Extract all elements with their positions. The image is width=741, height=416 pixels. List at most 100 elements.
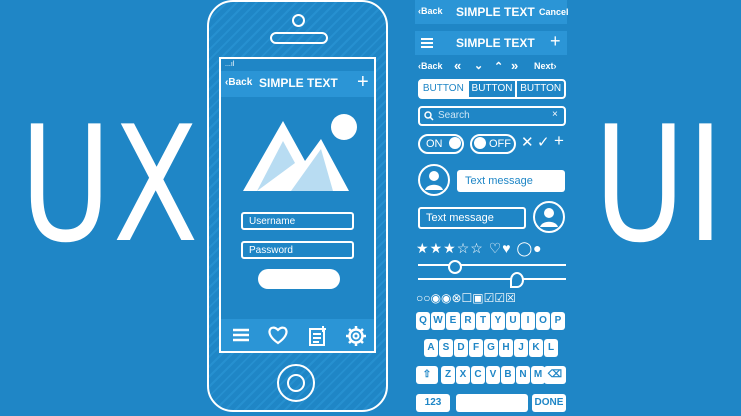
toggle-knob bbox=[449, 137, 461, 149]
home-button[interactable] bbox=[277, 364, 315, 402]
phone-nav-bar: ‹Back SIMPLE TEXT + bbox=[221, 71, 374, 97]
key-d[interactable]: D bbox=[454, 339, 468, 357]
done-key[interactable]: DONE bbox=[532, 394, 566, 412]
star-filled-icon[interactable]: ★ bbox=[416, 240, 430, 256]
top-nav-bar: ‹Back SIMPLE TEXT Cancel bbox=[415, 0, 569, 24]
key-s[interactable]: S bbox=[439, 339, 453, 357]
heart-filled-icon[interactable]: ♥ bbox=[502, 240, 511, 256]
key-b[interactable]: B bbox=[501, 366, 515, 384]
key-q[interactable]: Q bbox=[416, 312, 430, 330]
key-t[interactable]: T bbox=[476, 312, 490, 330]
user-icon bbox=[425, 171, 443, 190]
speech-outline-icon[interactable]: ◯ bbox=[516, 240, 533, 256]
notes-icon[interactable] bbox=[308, 325, 328, 347]
key-j[interactable]: J bbox=[514, 339, 528, 357]
key-c[interactable]: C bbox=[471, 366, 485, 384]
plus-icon[interactable]: + bbox=[554, 131, 564, 151]
checkbox-checked-icon[interactable]: ☑ bbox=[484, 291, 495, 305]
image-placeholder-icon bbox=[243, 114, 357, 191]
checkbox-empty-icon[interactable]: ☐ bbox=[462, 291, 473, 305]
avatar bbox=[533, 201, 565, 233]
menu-icon[interactable] bbox=[231, 325, 251, 345]
key-v[interactable]: V bbox=[486, 366, 500, 384]
checkbox-filled-icon[interactable]: ▣ bbox=[472, 291, 483, 305]
cancel-button[interactable]: Cancel bbox=[539, 7, 569, 17]
key-a[interactable]: A bbox=[424, 339, 438, 357]
toggle-on[interactable]: ON bbox=[418, 134, 464, 154]
heart-icon[interactable] bbox=[267, 325, 289, 345]
backspace-key[interactable]: ⌫ bbox=[544, 366, 566, 384]
camera-icon bbox=[292, 14, 305, 27]
key-l[interactable]: L bbox=[544, 339, 558, 357]
segment-button[interactable]: BUTTON bbox=[517, 81, 564, 97]
slider-thumb[interactable] bbox=[448, 260, 462, 274]
password-placeholder: Password bbox=[249, 245, 293, 256]
key-e[interactable]: E bbox=[446, 312, 460, 330]
slider-track[interactable] bbox=[418, 264, 566, 266]
speech-filled-icon[interactable]: ● bbox=[533, 240, 542, 256]
radio-checked-icon[interactable]: ◉ bbox=[441, 291, 451, 305]
search-placeholder: Search bbox=[438, 110, 470, 121]
radio-checked-icon[interactable]: ◉ bbox=[431, 291, 441, 305]
checkbox-cross-icon[interactable]: ☒ bbox=[505, 291, 516, 305]
add-button[interactable]: + bbox=[550, 31, 561, 52]
slider-thumb[interactable] bbox=[510, 272, 524, 288]
key-w[interactable]: W bbox=[431, 312, 445, 330]
username-field[interactable]: Username bbox=[241, 212, 354, 230]
segmented-control: BUTTON BUTTON BUTTON bbox=[418, 79, 566, 99]
radio-empty-icon[interactable]: ○ bbox=[423, 291, 430, 305]
key-u[interactable]: U bbox=[506, 312, 520, 330]
key-n[interactable]: N bbox=[516, 366, 530, 384]
double-chevron-right-icon[interactable]: » bbox=[511, 58, 518, 73]
star-outline-icon[interactable]: ☆ bbox=[470, 240, 484, 256]
chevron-up-icon[interactable]: ⌃ bbox=[494, 60, 503, 73]
login-button[interactable] bbox=[258, 269, 340, 289]
rating-row: ★★★☆☆ ♡♥ ◯● bbox=[416, 240, 543, 257]
key-h[interactable]: H bbox=[499, 339, 513, 357]
key-k[interactable]: K bbox=[529, 339, 543, 357]
gear-icon[interactable] bbox=[345, 325, 367, 347]
menu-icon[interactable] bbox=[421, 37, 433, 49]
toggle-on-label: ON bbox=[426, 138, 443, 150]
numbers-key[interactable]: 123 bbox=[416, 394, 450, 412]
key-r[interactable]: R bbox=[461, 312, 475, 330]
star-filled-icon[interactable]: ★ bbox=[443, 240, 457, 256]
radio-cross-icon[interactable]: ⊗ bbox=[451, 291, 461, 305]
checkbox-checked-icon[interactable]: ☑ bbox=[494, 291, 505, 305]
segment-button[interactable]: BUTTON bbox=[420, 81, 469, 97]
key-p[interactable]: P bbox=[551, 312, 565, 330]
check-icon[interactable]: ✓ bbox=[537, 133, 550, 151]
key-g[interactable]: G bbox=[484, 339, 498, 357]
back-button[interactable]: ‹Back bbox=[225, 77, 252, 88]
speaker-grille bbox=[270, 32, 328, 44]
search-input[interactable]: Search × bbox=[418, 106, 566, 126]
key-o[interactable]: O bbox=[536, 312, 550, 330]
key-i[interactable]: I bbox=[521, 312, 535, 330]
toggle-off[interactable]: OFF bbox=[470, 134, 516, 154]
chevron-down-icon[interactable]: ⌄ bbox=[474, 59, 483, 72]
heart-outline-icon[interactable]: ♡ bbox=[489, 240, 503, 256]
close-icon[interactable]: ✕ bbox=[521, 133, 534, 151]
key-z[interactable]: Z bbox=[441, 366, 455, 384]
back-button[interactable]: ‹Back bbox=[418, 6, 443, 16]
space-key[interactable] bbox=[456, 394, 528, 412]
pager-back-button[interactable]: ‹Back bbox=[418, 61, 443, 71]
nav-title: SIMPLE TEXT bbox=[456, 5, 535, 19]
phone-mockup: ...ıl ‹Back SIMPLE TEXT + Username Passw… bbox=[207, 0, 388, 412]
clear-icon[interactable]: × bbox=[552, 109, 558, 120]
star-filled-icon[interactable]: ★ bbox=[430, 240, 444, 256]
key-y[interactable]: Y bbox=[491, 312, 505, 330]
shift-key[interactable]: ⇧ bbox=[416, 366, 438, 384]
key-f[interactable]: F bbox=[469, 339, 483, 357]
toggle-knob bbox=[474, 137, 486, 149]
key-x[interactable]: X bbox=[456, 366, 470, 384]
pager-next-button[interactable]: Next› bbox=[534, 61, 557, 71]
key-m[interactable]: M bbox=[531, 366, 545, 384]
add-button[interactable]: + bbox=[357, 71, 369, 94]
segment-button[interactable]: BUTTON bbox=[469, 81, 518, 97]
password-field[interactable]: Password bbox=[241, 241, 354, 259]
star-outline-icon[interactable]: ☆ bbox=[457, 240, 471, 256]
double-chevron-left-icon[interactable]: « bbox=[454, 58, 461, 73]
phone-screen: ...ıl ‹Back SIMPLE TEXT + Username Passw… bbox=[219, 57, 376, 353]
slider-track[interactable] bbox=[418, 278, 566, 280]
